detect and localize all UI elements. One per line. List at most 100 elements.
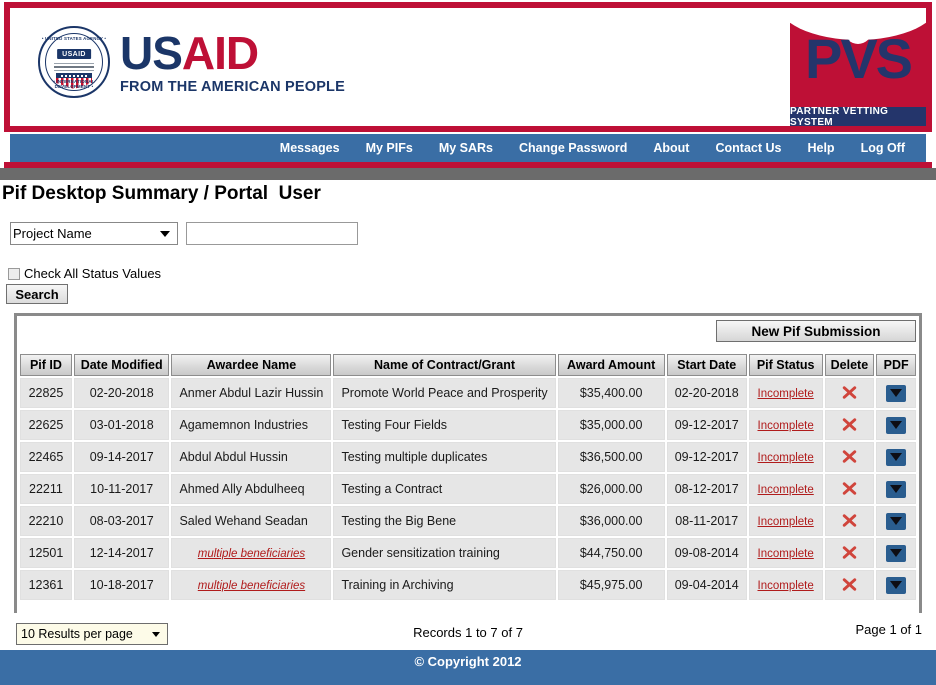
- cell-pdf: [876, 570, 916, 600]
- usaid-wordmark: USAID FROM THE AMERICAN PEOPLE: [120, 30, 345, 95]
- pif-status-link[interactable]: Incomplete: [758, 484, 814, 496]
- cell-awardee-name: multiple beneficiaries: [171, 538, 332, 568]
- column-header-start-date[interactable]: Start Date: [666, 354, 747, 376]
- cell-pif-id: 22825: [20, 378, 72, 408]
- cell-contract-name: Testing multiple duplicates: [333, 442, 556, 472]
- seal-bottom-arc-text: • INTERNATIONAL DEVELOPMENT •: [53, 79, 95, 89]
- site-header-banner: • UNITED STATES AGENCY • USAID • INTERNA…: [4, 2, 932, 132]
- delete-x-icon[interactable]: [840, 479, 858, 497]
- column-header-awardee-name[interactable]: Awardee Name: [171, 354, 332, 376]
- delete-x-icon[interactable]: [840, 575, 858, 593]
- pdf-download-icon[interactable]: [886, 480, 907, 498]
- page-number-text: Page 1 of 1: [855, 622, 923, 637]
- cell-date-modified: 02-20-2018: [73, 378, 170, 408]
- search-controls: Project Name: [10, 222, 359, 245]
- cell-pdf: [876, 474, 916, 504]
- nav-item-about[interactable]: About: [640, 141, 702, 155]
- cell-date-modified: 09-14-2017: [73, 442, 170, 472]
- nav-item-contact-us[interactable]: Contact Us: [702, 141, 794, 155]
- usaid-seal-icon: • UNITED STATES AGENCY • USAID • INTERNA…: [38, 26, 110, 98]
- records-count-text: Records 1 to 7 of 7: [413, 625, 523, 640]
- cell-date-modified: 03-01-2018: [73, 410, 170, 440]
- awardee-multiple-beneficiaries-link[interactable]: multiple beneficiaries: [198, 580, 305, 592]
- cell-awardee-name: Agamemnon Industries: [171, 410, 332, 440]
- awardee-multiple-beneficiaries-link[interactable]: multiple beneficiaries: [198, 548, 305, 560]
- nav-item-my-pifs[interactable]: My PIFs: [353, 141, 426, 155]
- pvs-logo: PVS PARTNER VETTING SYSTEM: [784, 8, 926, 126]
- check-all-status-checkbox[interactable]: [8, 267, 20, 280]
- cell-contract-name: Testing the Big Bene: [333, 506, 556, 536]
- delete-x-icon[interactable]: [840, 447, 858, 465]
- nav-item-help[interactable]: Help: [794, 141, 847, 155]
- main-navigation: Messages My PIFs My SARs Change Password…: [10, 134, 926, 162]
- delete-x-icon[interactable]: [840, 543, 858, 561]
- cell-pdf: [876, 378, 916, 408]
- cell-pdf: [876, 506, 916, 536]
- pvs-subtitle: PARTNER VETTING SYSTEM: [790, 106, 926, 126]
- cell-contract-name: Testing a Contract: [333, 474, 556, 504]
- cell-award-amount: $35,400.00: [557, 378, 665, 408]
- cell-pif-id: 12361: [20, 570, 72, 600]
- cell-pif-id: 12501: [20, 538, 72, 568]
- pdf-download-icon[interactable]: [886, 512, 907, 530]
- cell-delete: [824, 442, 875, 472]
- copyright-bar: © Copyright 2012: [0, 650, 936, 685]
- column-header-pif-id[interactable]: Pif ID: [20, 354, 72, 376]
- cell-pif-status: Incomplete: [748, 442, 823, 472]
- pif-status-link[interactable]: Incomplete: [758, 516, 814, 528]
- cell-delete: [824, 506, 875, 536]
- cell-start-date: 08-11-2017: [666, 506, 747, 536]
- cell-pif-status: Incomplete: [748, 378, 823, 408]
- delete-x-icon[interactable]: [840, 415, 858, 433]
- cell-pif-status: Incomplete: [748, 410, 823, 440]
- search-field-select[interactable]: Project Name: [10, 222, 178, 245]
- check-all-status-label: Check All Status Values: [24, 266, 162, 281]
- nav-item-log-off[interactable]: Log Off: [848, 141, 918, 155]
- pif-status-link[interactable]: Incomplete: [758, 388, 814, 400]
- column-header-pif-status[interactable]: Pif Status: [748, 354, 823, 376]
- nav-item-change-password[interactable]: Change Password: [506, 141, 640, 155]
- nav-item-my-sars[interactable]: My SARs: [426, 141, 506, 155]
- panel-left-rule: [14, 313, 17, 613]
- delete-x-icon[interactable]: [840, 511, 858, 529]
- pdf-download-icon[interactable]: [886, 544, 907, 562]
- cell-pdf: [876, 410, 916, 440]
- cell-delete: [824, 570, 875, 600]
- column-header-pdf[interactable]: PDF: [876, 354, 916, 376]
- cell-start-date: 09-12-2017: [666, 442, 747, 472]
- seal-badge-text: USAID: [57, 49, 91, 59]
- table-header-row: Pif ID Date Modified Awardee Name Name o…: [20, 354, 916, 376]
- seal-top-arc-text: • UNITED STATES AGENCY •: [41, 36, 107, 41]
- pdf-download-icon[interactable]: [886, 448, 907, 466]
- cell-awardee-name: multiple beneficiaries: [171, 570, 332, 600]
- new-pif-submission-button[interactable]: New Pif Submission: [716, 320, 916, 342]
- cell-start-date: 09-08-2014: [666, 538, 747, 568]
- pif-status-link[interactable]: Incomplete: [758, 580, 814, 592]
- delete-x-icon[interactable]: [840, 383, 858, 401]
- cell-start-date: 09-04-2014: [666, 570, 747, 600]
- cell-start-date: 02-20-2018: [666, 378, 747, 408]
- search-button[interactable]: Search: [6, 284, 68, 304]
- cell-awardee-name: Ahmed Ally Abdulheeq: [171, 474, 332, 504]
- column-header-contract-name[interactable]: Name of Contract/Grant: [333, 354, 556, 376]
- cell-pdf: [876, 538, 916, 568]
- cell-contract-name: Testing Four Fields: [333, 410, 556, 440]
- column-header-award-amount[interactable]: Award Amount: [557, 354, 665, 376]
- usaid-word-aid: AID: [181, 26, 259, 79]
- column-header-date-modified[interactable]: Date Modified: [73, 354, 170, 376]
- cell-contract-name: Training in Archiving: [333, 570, 556, 600]
- table-row: 12501 12-14-2017 multiple beneficiaries Gen…: [20, 538, 916, 568]
- usaid-word-us: US: [120, 26, 183, 79]
- pdf-download-icon[interactable]: [886, 384, 907, 402]
- pif-status-link[interactable]: Incomplete: [758, 548, 814, 560]
- pdf-download-icon[interactable]: [886, 576, 907, 594]
- pif-status-link[interactable]: Incomplete: [758, 420, 814, 432]
- cell-award-amount: $35,000.00: [557, 410, 665, 440]
- pif-status-link[interactable]: Incomplete: [758, 452, 814, 464]
- table-row: 12361 10-18-2017 multiple beneficiaries Tra…: [20, 570, 916, 600]
- search-input[interactable]: [186, 222, 359, 245]
- column-header-delete[interactable]: Delete: [824, 354, 875, 376]
- nav-item-messages[interactable]: Messages: [267, 141, 353, 155]
- pdf-download-icon[interactable]: [886, 416, 907, 434]
- cell-pif-id: 22465: [20, 442, 72, 472]
